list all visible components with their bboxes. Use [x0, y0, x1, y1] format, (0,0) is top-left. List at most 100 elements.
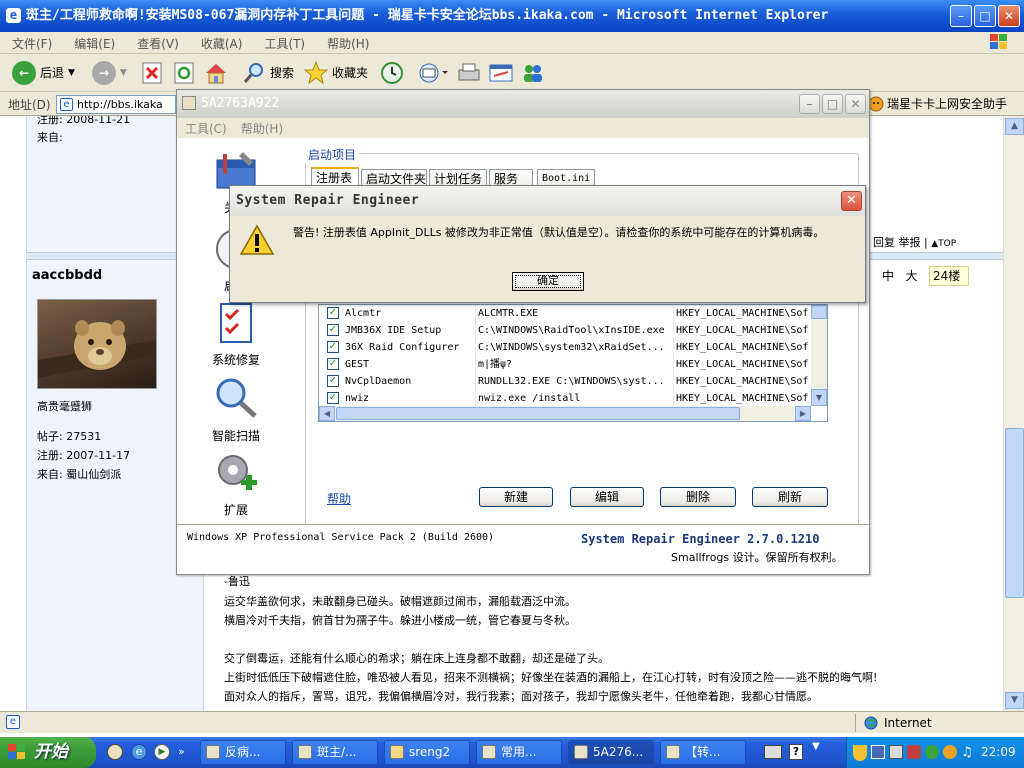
task-5[interactable]: 5A276... [568, 740, 654, 765]
star-icon [304, 61, 328, 85]
list-item[interactable]: ✓ JMB36X IDE Setup C:\WINDOWS\RaidTool\xIn… [319, 322, 811, 339]
favorites-button[interactable]: 收藏夹 [304, 60, 368, 86]
vscroll-down-button[interactable]: ▼ [811, 389, 827, 406]
refresh-button[interactable] [174, 60, 194, 86]
row-checkbox[interactable]: ✓ [327, 375, 339, 387]
antivirus-icon[interactable] [907, 745, 921, 759]
messenger-button[interactable] [520, 60, 546, 86]
sre-menu-tools[interactable]: 工具(C) [177, 118, 233, 137]
sre-titlebar[interactable]: 5A2763A922 [177, 90, 869, 118]
avatar[interactable] [37, 299, 157, 389]
maximize-button[interactable]: □ [974, 5, 996, 27]
monitor-icon[interactable] [889, 745, 903, 759]
report-link[interactable]: 举报 [899, 236, 921, 249]
dialog-close-button[interactable]: ✕ [841, 191, 862, 211]
help-link[interactable]: 帮助 [327, 490, 351, 507]
sidebar-smart-scan[interactable]: 智能扫描 [201, 376, 271, 444]
new-button[interactable]: 新建 [479, 487, 553, 507]
volume-icon[interactable]: ♫ [961, 745, 973, 760]
reply-link[interactable]: 回复 [873, 236, 895, 249]
help-tray-icon[interactable]: ? [789, 744, 803, 760]
network-icon[interactable] [871, 745, 885, 759]
page-scrollbar[interactable]: ▲ ▼ [1003, 116, 1024, 711]
menu-favorites[interactable]: 收藏(A) [189, 32, 253, 52]
mail-button[interactable] [418, 60, 448, 86]
startup-list[interactable]: ✓ Alcmtr ALCMTR.EXE HKEY_LOCAL_MACHINE\Sof … [318, 304, 828, 422]
font-size-big[interactable]: 大 [905, 269, 917, 283]
hscroll-right-button[interactable]: ▶ [795, 406, 811, 421]
back-button[interactable]: ← 后退 ▼ [12, 60, 75, 86]
sidebar-extend[interactable]: 扩展 [201, 450, 271, 518]
row-checkbox[interactable]: ✓ [327, 358, 339, 370]
rising-addon-button[interactable]: 瑞星卡卡上网安全助手 [868, 95, 1007, 112]
address-input[interactable]: e http://bbs.ikaka [56, 95, 176, 114]
scroll-up-button[interactable]: ▲ [1005, 118, 1024, 135]
row-checkbox[interactable]: ✓ [327, 392, 339, 404]
sre-menu-help[interactable]: 帮助(H) [233, 118, 289, 137]
menu-file[interactable]: 文件(F) [0, 32, 62, 52]
refresh-list-button[interactable]: 刷新 [752, 487, 828, 507]
start-button[interactable]: 开始 [0, 737, 96, 768]
stop-button[interactable] [142, 60, 162, 86]
minimize-button[interactable]: – [950, 5, 972, 27]
dialog-titlebar[interactable]: System Repair Engineer [230, 186, 865, 216]
list-vscrollbar[interactable]: ▼ [811, 305, 827, 406]
posts-value: 27531 [66, 430, 102, 443]
home-button[interactable] [204, 60, 228, 86]
delete-button[interactable]: 删除 [660, 487, 736, 507]
sidebar-system-repair[interactable]: 系统修复 [201, 300, 271, 368]
list-item[interactable]: ✓ Alcmtr ALCMTR.EXE HKEY_LOCAL_MACHINE\Sof [319, 305, 811, 322]
quicklaunch-more-icon[interactable]: » [178, 745, 185, 758]
font-size-mid[interactable]: 中 [882, 269, 894, 283]
close-button[interactable]: ✕ [998, 5, 1020, 27]
hscroll-left-button[interactable]: ◀ [319, 406, 335, 421]
menu-help[interactable]: 帮助(H) [315, 32, 379, 52]
rising-tray-icon[interactable] [943, 745, 957, 759]
dialog-ok-button[interactable]: 确定 [512, 272, 584, 291]
quicklaunch-explorer-icon[interactable] [107, 744, 123, 760]
quicklaunch-media-icon[interactable]: ▶ [154, 744, 170, 760]
row-checkbox[interactable]: ✓ [327, 341, 339, 353]
scroll-down-button[interactable]: ▼ [1005, 692, 1024, 709]
task-2[interactable]: 斑主/... [292, 740, 378, 765]
list-item[interactable]: ✓ GEST m|播ψ? HKEY_LOCAL_MACHINE\Sof [319, 356, 811, 373]
language-bar-icon[interactable]: ▼ [812, 741, 820, 752]
print-button[interactable] [456, 60, 482, 86]
menu-tools[interactable]: 工具(T) [252, 32, 315, 52]
task-1[interactable]: 反病... [200, 740, 286, 765]
menu-view[interactable]: 查看(V) [125, 32, 189, 52]
reg-value: 2007-11-17 [66, 449, 131, 462]
scroll-thumb[interactable] [1005, 428, 1024, 598]
ie-titlebar[interactable]: e 斑主/工程师救命啊!安装MS08-067漏洞内存补丁工具问题 - 瑞星卡卡安… [0, 0, 1024, 32]
sre-maximize-button[interactable]: □ [822, 94, 843, 114]
shield-icon[interactable] [853, 745, 867, 761]
list-item[interactable]: ✓ nwiz nwiz.exe /install HKEY_LOCAL_MACHINE… [319, 390, 811, 407]
task-4[interactable]: 常用... [476, 740, 562, 765]
forward-button[interactable]: → ▼ [92, 60, 127, 86]
list-hscrollbar[interactable]: ◀ ▶ [319, 406, 811, 421]
window-icon [206, 745, 220, 759]
edit-button[interactable] [488, 60, 514, 86]
row-checkbox[interactable]: ✓ [327, 324, 339, 336]
list-item[interactable]: ✓ NvCplDaemon RUNDLL32.EXE C:\WINDOWS\syst… [319, 373, 811, 390]
search-button[interactable]: 搜索 [242, 60, 294, 86]
history-button[interactable] [380, 60, 404, 86]
sre-minimize-button[interactable]: – [799, 94, 820, 114]
username[interactable]: aaccbbdd [32, 266, 102, 285]
edit-entry-button[interactable]: 编辑 [570, 487, 644, 507]
top-link[interactable]: ▲TOP [931, 239, 956, 249]
hscroll-thumb[interactable] [336, 407, 740, 420]
row-checkbox[interactable]: ✓ [327, 307, 339, 319]
globe-tray-icon[interactable] [925, 745, 939, 759]
menu-edit[interactable]: 编辑(E) [62, 32, 125, 52]
keyboard-icon[interactable] [764, 745, 782, 759]
clock[interactable]: 22:09 [981, 745, 1016, 759]
task-6[interactable]: 【转... [660, 740, 746, 765]
vscroll-thumb[interactable] [811, 305, 827, 319]
edit-page-icon [489, 64, 513, 82]
list-item[interactable]: ✓ 36X Raid Configurer C:\WINDOWS\system32\… [319, 339, 811, 356]
sre-close-button[interactable]: ✕ [845, 94, 866, 114]
task-3[interactable]: sreng2 [384, 740, 470, 765]
ie-icon: e [6, 8, 21, 23]
quicklaunch-ie-icon[interactable]: e [131, 744, 147, 760]
